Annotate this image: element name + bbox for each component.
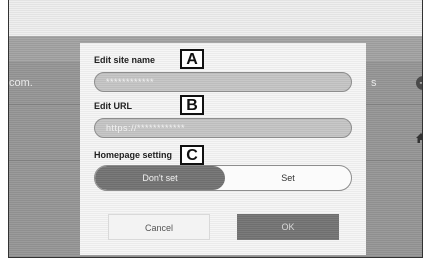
site-name-label: Edit site name — [94, 55, 156, 65]
site-name-field[interactable]: ************ — [94, 72, 352, 92]
ok-button[interactable]: OK — [237, 214, 339, 240]
edit-bookmark-dialog: Edit site name A ************ Edit URL B… — [80, 43, 366, 255]
top-area — [9, 0, 422, 36]
callout-a: A — [180, 49, 204, 69]
url-field[interactable]: https://************ — [94, 118, 352, 138]
bookmark-side-text: s — [371, 77, 377, 89]
set-option[interactable]: Set — [225, 166, 351, 190]
dont-set-option[interactable]: Don't set — [95, 166, 225, 190]
homepage-setting-label: Homepage setting — [94, 150, 173, 160]
callout-c: C — [180, 145, 204, 165]
homepage-toggle: Don't set Set — [94, 165, 352, 191]
bookmark-url-text: com. — [9, 77, 33, 89]
plus-circle-icon[interactable]: + — [416, 76, 422, 90]
screen: com. s + Edit site name A ************ E… — [8, 0, 423, 258]
cancel-button[interactable]: Cancel — [108, 214, 210, 240]
callout-b: B — [180, 95, 204, 115]
home-icon[interactable] — [415, 132, 423, 144]
url-label: Edit URL — [94, 101, 132, 111]
